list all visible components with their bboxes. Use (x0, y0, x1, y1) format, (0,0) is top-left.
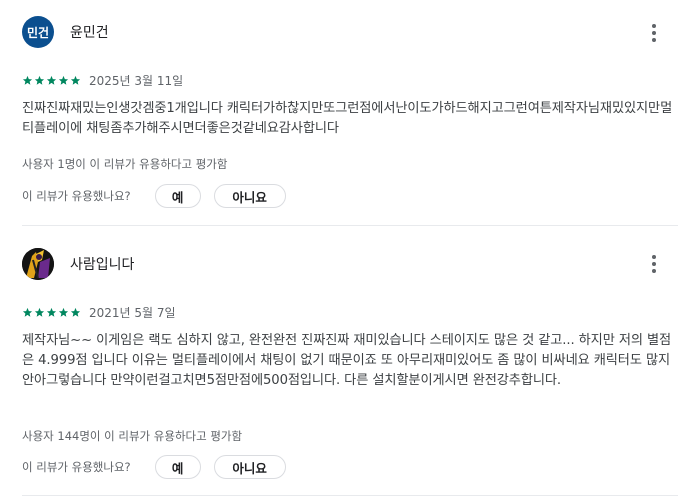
star-icon (22, 75, 33, 85)
review-body: 진짜진짜재밌는인생갓겜중1개입니다 캐릭터가하찮지만또그런점에서난이도가하드해지… (22, 101, 673, 136)
helpful-question: 이 리뷰가 유용했나요? (22, 460, 131, 474)
star-icon (34, 75, 45, 85)
star-icon (46, 75, 57, 85)
review-card: 사람입니다 2021년 5월 7일 제작자님~~ 이게임은 랙도 심하지 않고,… (0, 232, 698, 500)
review-header: 사람입니다 (22, 246, 134, 282)
more-vert-icon-dot (652, 38, 656, 42)
star-rating (22, 307, 81, 318)
star-icon (70, 307, 81, 317)
review-card: 민건 윤민건 2025년 3월 11일 진짜진짜재밌는인생갓겜중1개입니다 캐릭… (0, 0, 698, 226)
star-icon (22, 307, 33, 317)
star-icon (58, 75, 69, 85)
helpful-yes-button[interactable]: 예 (154, 455, 201, 479)
more-vert-icon-dot (652, 262, 656, 266)
helpful-count: 사용자 1명이 이 리뷰가 유용하다고 평가함 (22, 157, 228, 171)
helpful-count: 사용자 144명이 이 리뷰가 유용하다고 평가함 (22, 429, 243, 443)
review-date: 2025년 3월 11일 (89, 74, 184, 88)
star-icon (34, 307, 45, 317)
divider (22, 225, 678, 226)
star-icon (46, 307, 57, 317)
rating-row: 2021년 5월 7일 (22, 304, 176, 321)
helpful-feedback: 이 리뷰가 유용했나요? 예 아니요 (22, 454, 286, 480)
avatar: 민건 (22, 16, 54, 48)
review-body: 제작자님~~ 이게임은 랙도 심하지 않고, 완전완전 진짜진짜 재미있습니다 … (22, 333, 672, 388)
more-vert-icon-dot (652, 31, 656, 35)
rating-row: 2025년 3월 11일 (22, 72, 183, 89)
more-options-button[interactable] (646, 21, 662, 45)
more-options-button[interactable] (646, 252, 662, 276)
more-vert-icon-dot (652, 269, 656, 273)
divider (22, 495, 678, 496)
author-name: 윤민건 (70, 25, 109, 41)
more-vert-icon (652, 255, 656, 259)
helpful-no-button[interactable]: 아니요 (213, 455, 286, 479)
star-icon (70, 75, 81, 85)
star-icon (58, 307, 69, 317)
helpful-yes-button[interactable]: 예 (154, 184, 201, 208)
author-name: 사람입니다 (70, 257, 135, 273)
more-vert-icon (652, 24, 656, 28)
helpful-feedback: 이 리뷰가 유용했나요? 예 아니요 (22, 183, 286, 209)
review-date: 2021년 5월 7일 (89, 306, 176, 320)
helpful-no-button[interactable]: 아니요 (213, 184, 286, 208)
helpful-question: 이 리뷰가 유용했나요? (22, 189, 131, 203)
avatar (22, 248, 54, 280)
star-rating (22, 75, 81, 86)
review-header: 민건 윤민건 (22, 14, 109, 50)
avatar-image (22, 248, 54, 280)
